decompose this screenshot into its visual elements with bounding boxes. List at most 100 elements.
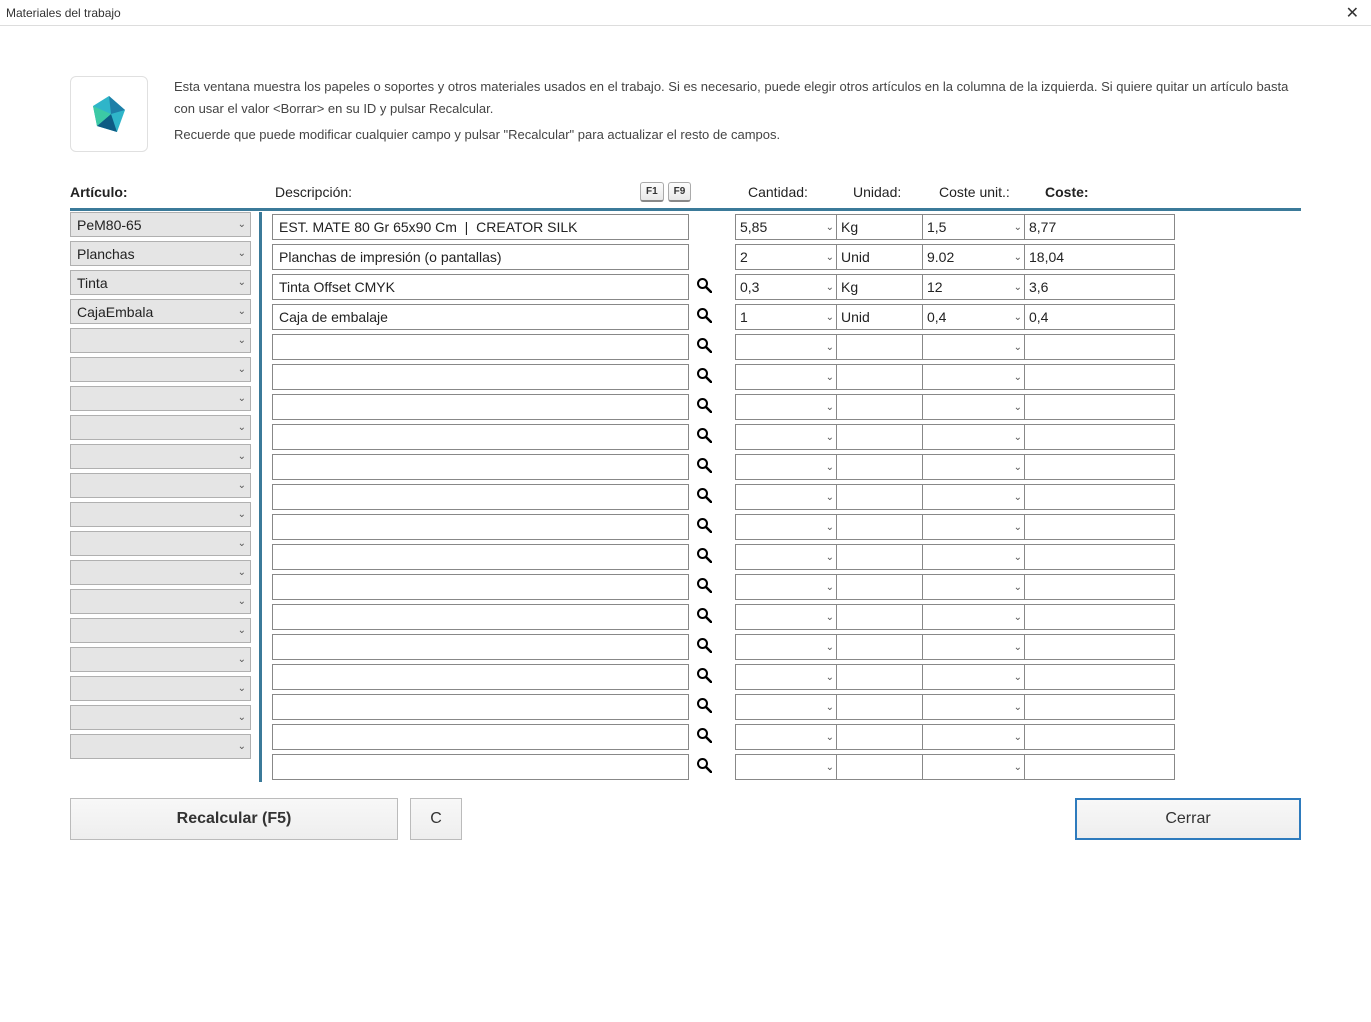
cantidad-dropdown[interactable]: ⌄ [735,634,837,660]
cantidad-dropdown[interactable]: ⌄ [735,604,837,630]
articulo-dropdown[interactable]: ⌄ [70,444,251,469]
coste-unit-dropdown[interactable]: ⌄ [923,724,1025,750]
search-icon[interactable] [693,457,715,478]
search-icon[interactable] [693,367,715,388]
descripcion-input[interactable] [272,754,689,780]
descripcion-input[interactable] [272,634,689,660]
articulo-dropdown[interactable]: ⌄ [70,560,251,585]
descripcion-input[interactable] [272,304,689,330]
coste-unit-dropdown[interactable]: ⌄ [923,634,1025,660]
search-icon[interactable] [693,427,715,448]
descripcion-input[interactable] [272,454,689,480]
cantidad-dropdown[interactable]: ⌄ [735,454,837,480]
search-icon[interactable] [693,547,715,568]
articulo-dropdown[interactable]: ⌄ [70,473,251,498]
cantidad-dropdown[interactable]: ⌄ [735,334,837,360]
search-icon[interactable] [693,487,715,508]
c-button[interactable]: C [410,798,462,840]
search-icon[interactable] [693,517,715,538]
unidad-input[interactable] [837,424,923,450]
unidad-input[interactable] [837,634,923,660]
search-icon[interactable] [693,637,715,658]
cantidad-dropdown[interactable]: ⌄ [735,754,837,780]
descripcion-input[interactable] [272,334,689,360]
coste-unit-dropdown[interactable]: ⌄ [923,484,1025,510]
coste-input[interactable] [1025,544,1175,570]
cantidad-dropdown[interactable]: ⌄ [735,514,837,540]
descripcion-input[interactable] [272,604,689,630]
unidad-input[interactable] [837,574,923,600]
descripcion-input[interactable] [272,364,689,390]
coste-input[interactable] [1025,754,1175,780]
search-icon[interactable] [693,667,715,688]
unidad-input[interactable] [837,484,923,510]
cerrar-button[interactable]: Cerrar [1075,798,1301,840]
descripcion-input[interactable] [272,394,689,420]
coste-unit-dropdown[interactable]: ⌄ [923,334,1025,360]
search-icon[interactable] [693,337,715,358]
coste-unit-dropdown[interactable]: 0,4⌄ [923,304,1025,330]
coste-unit-dropdown[interactable]: ⌄ [923,604,1025,630]
articulo-dropdown[interactable]: ⌄ [70,328,251,353]
articulo-dropdown[interactable]: ⌄ [70,647,251,672]
coste-input[interactable] [1025,484,1175,510]
coste-unit-dropdown[interactable]: 9.02⌄ [923,244,1025,270]
articulo-dropdown[interactable]: ⌄ [70,734,251,759]
cantidad-dropdown[interactable]: 2⌄ [735,244,837,270]
unidad-input[interactable] [837,604,923,630]
coste-unit-dropdown[interactable]: ⌄ [923,364,1025,390]
cantidad-dropdown[interactable]: ⌄ [735,544,837,570]
coste-unit-dropdown[interactable]: ⌄ [923,574,1025,600]
descripcion-input[interactable] [272,664,689,690]
coste-unit-dropdown[interactable]: ⌄ [923,424,1025,450]
articulo-dropdown[interactable]: ⌄ [70,386,251,411]
coste-unit-dropdown[interactable]: ⌄ [923,394,1025,420]
descripcion-input[interactable] [272,694,689,720]
coste-input[interactable] [1025,634,1175,660]
articulo-dropdown[interactable]: CajaEmbala⌄ [70,299,251,324]
articulo-dropdown[interactable]: ⌄ [70,531,251,556]
coste-input[interactable] [1025,244,1175,270]
unidad-input[interactable] [837,244,923,270]
f9-key[interactable]: F9 [668,182,692,202]
coste-unit-dropdown[interactable]: ⌄ [923,664,1025,690]
cantidad-dropdown[interactable]: ⌄ [735,394,837,420]
coste-input[interactable] [1025,334,1175,360]
articulo-dropdown[interactable]: ⌄ [70,502,251,527]
cantidad-dropdown[interactable]: ⌄ [735,664,837,690]
coste-input[interactable] [1025,724,1175,750]
coste-input[interactable] [1025,424,1175,450]
search-icon[interactable] [693,727,715,748]
descripcion-input[interactable] [272,244,689,270]
descripcion-input[interactable] [272,214,689,240]
coste-unit-dropdown[interactable]: ⌄ [923,544,1025,570]
search-icon[interactable] [693,307,715,328]
coste-unit-dropdown[interactable]: ⌄ [923,754,1025,780]
articulo-dropdown[interactable]: ⌄ [70,705,251,730]
articulo-dropdown[interactable]: PeM80-65⌄ [70,212,251,237]
articulo-dropdown[interactable]: ⌄ [70,415,251,440]
f1-key[interactable]: F1 [640,182,664,202]
unidad-input[interactable] [837,694,923,720]
unidad-input[interactable] [837,394,923,420]
unidad-input[interactable] [837,544,923,570]
search-icon[interactable] [693,397,715,418]
articulo-dropdown[interactable]: ⌄ [70,357,251,382]
cantidad-dropdown[interactable]: 0,3⌄ [735,274,837,300]
cantidad-dropdown[interactable]: 5,85⌄ [735,214,837,240]
cantidad-dropdown[interactable]: ⌄ [735,574,837,600]
descripcion-input[interactable] [272,514,689,540]
close-icon[interactable]: ✕ [1340,3,1365,23]
descripcion-input[interactable] [272,424,689,450]
recalcular-button[interactable]: Recalcular (F5) [70,798,398,840]
unidad-input[interactable] [837,364,923,390]
unidad-input[interactable] [837,754,923,780]
coste-input[interactable] [1025,364,1175,390]
cantidad-dropdown[interactable]: ⌄ [735,724,837,750]
search-icon[interactable] [693,697,715,718]
coste-input[interactable] [1025,454,1175,480]
search-icon[interactable] [693,577,715,598]
articulo-dropdown[interactable]: ⌄ [70,676,251,701]
coste-input[interactable] [1025,214,1175,240]
unidad-input[interactable] [837,304,923,330]
